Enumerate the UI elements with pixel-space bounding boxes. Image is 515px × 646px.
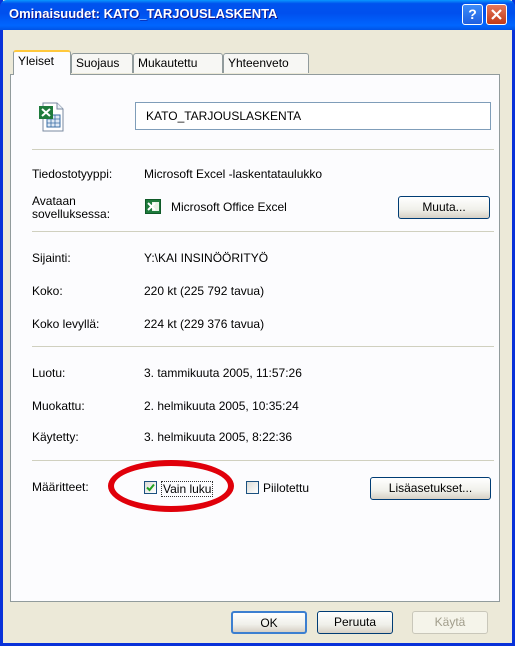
window-title: Ominaisuudet: KATO_TARJOUSLASKENTA — [9, 6, 278, 21]
file-name-value: KATO_TARJOUSLASKENTA — [146, 109, 302, 123]
created-value: 3. tammikuuta 2005, 11:57:26 — [144, 366, 302, 380]
cancel-button-label: Peruuta — [333, 615, 377, 629]
location-label: Sijainti: — [32, 251, 71, 265]
change-button-label: Muuta... — [422, 200, 466, 214]
accessed-label: Käytetty: — [32, 430, 79, 444]
excel-app-icon — [145, 199, 161, 214]
excel-file-icon — [39, 102, 64, 132]
tab-general-label: Yleiset — [18, 54, 55, 68]
advanced-button-label: Lisäasetukset... — [388, 481, 473, 495]
close-icon — [491, 9, 502, 20]
opens-with-label: Avataan sovelluksessa: — [32, 195, 110, 221]
tab-general[interactable]: Yleiset — [13, 50, 71, 75]
separator — [32, 460, 494, 461]
modified-value: 2. helmikuuta 2005, 10:35:24 — [144, 399, 299, 413]
separator — [32, 149, 494, 150]
opens-with-label-line1: Avataan — [32, 194, 76, 208]
tab-custom-label: Mukautettu — [138, 56, 198, 70]
size-value: 220 kt (225 792 tavua) — [144, 284, 265, 298]
tab-security[interactable]: Suojaus — [71, 53, 133, 73]
opens-with-value: Microsoft Office Excel — [171, 200, 287, 214]
modified-label: Muokattu: — [32, 399, 85, 413]
help-button[interactable]: ? — [462, 4, 483, 25]
advanced-button[interactable]: Lisäasetukset... — [370, 477, 491, 500]
accessed-value: 3. helmikuuta 2005, 8:22:36 — [144, 430, 293, 444]
tab-security-label: Suojaus — [76, 56, 120, 70]
file-name-input[interactable]: KATO_TARJOUSLASKENTA — [135, 102, 491, 130]
tab-custom[interactable]: Mukautettu — [133, 53, 223, 73]
apply-button-label: Käytä — [434, 615, 466, 629]
title-bar[interactable]: Ominaisuudet: KATO_TARJOUSLASKENTA ? — [0, 0, 515, 30]
file-type-value: Microsoft Excel -laskentataulukko — [144, 167, 323, 181]
general-tab-panel — [10, 74, 500, 602]
ok-button-label: OK — [260, 616, 278, 630]
attributes-label: Määritteet: — [32, 480, 89, 494]
separator — [32, 346, 494, 347]
change-button[interactable]: Muuta... — [398, 196, 490, 219]
cancel-button[interactable]: Peruuta — [317, 611, 393, 634]
apply-button[interactable]: Käytä — [412, 611, 488, 634]
close-button[interactable] — [486, 4, 507, 25]
created-label: Luotu: — [32, 366, 66, 380]
highlight-ellipse — [108, 460, 234, 512]
file-type-label: Tiedostotyyppi: — [32, 167, 113, 181]
tab-summary[interactable]: Yhteenveto — [223, 53, 309, 73]
separator — [32, 231, 494, 232]
ok-button[interactable]: OK — [231, 611, 307, 634]
size-on-disk-label: Koko levyllä: — [32, 317, 100, 331]
hidden-checkbox[interactable] — [246, 481, 259, 494]
hidden-label[interactable]: Piilotettu — [263, 481, 309, 495]
opens-with-label-line2: sovelluksessa: — [32, 207, 111, 221]
location-value: Y:\KAI INSINÖÖRITYÖ — [144, 251, 269, 265]
tab-summary-label: Yhteenveto — [228, 56, 289, 70]
help-icon: ? — [468, 6, 477, 22]
size-on-disk-value: 224 kt (229 376 tavua) — [144, 317, 265, 331]
size-label: Koko: — [32, 284, 63, 298]
